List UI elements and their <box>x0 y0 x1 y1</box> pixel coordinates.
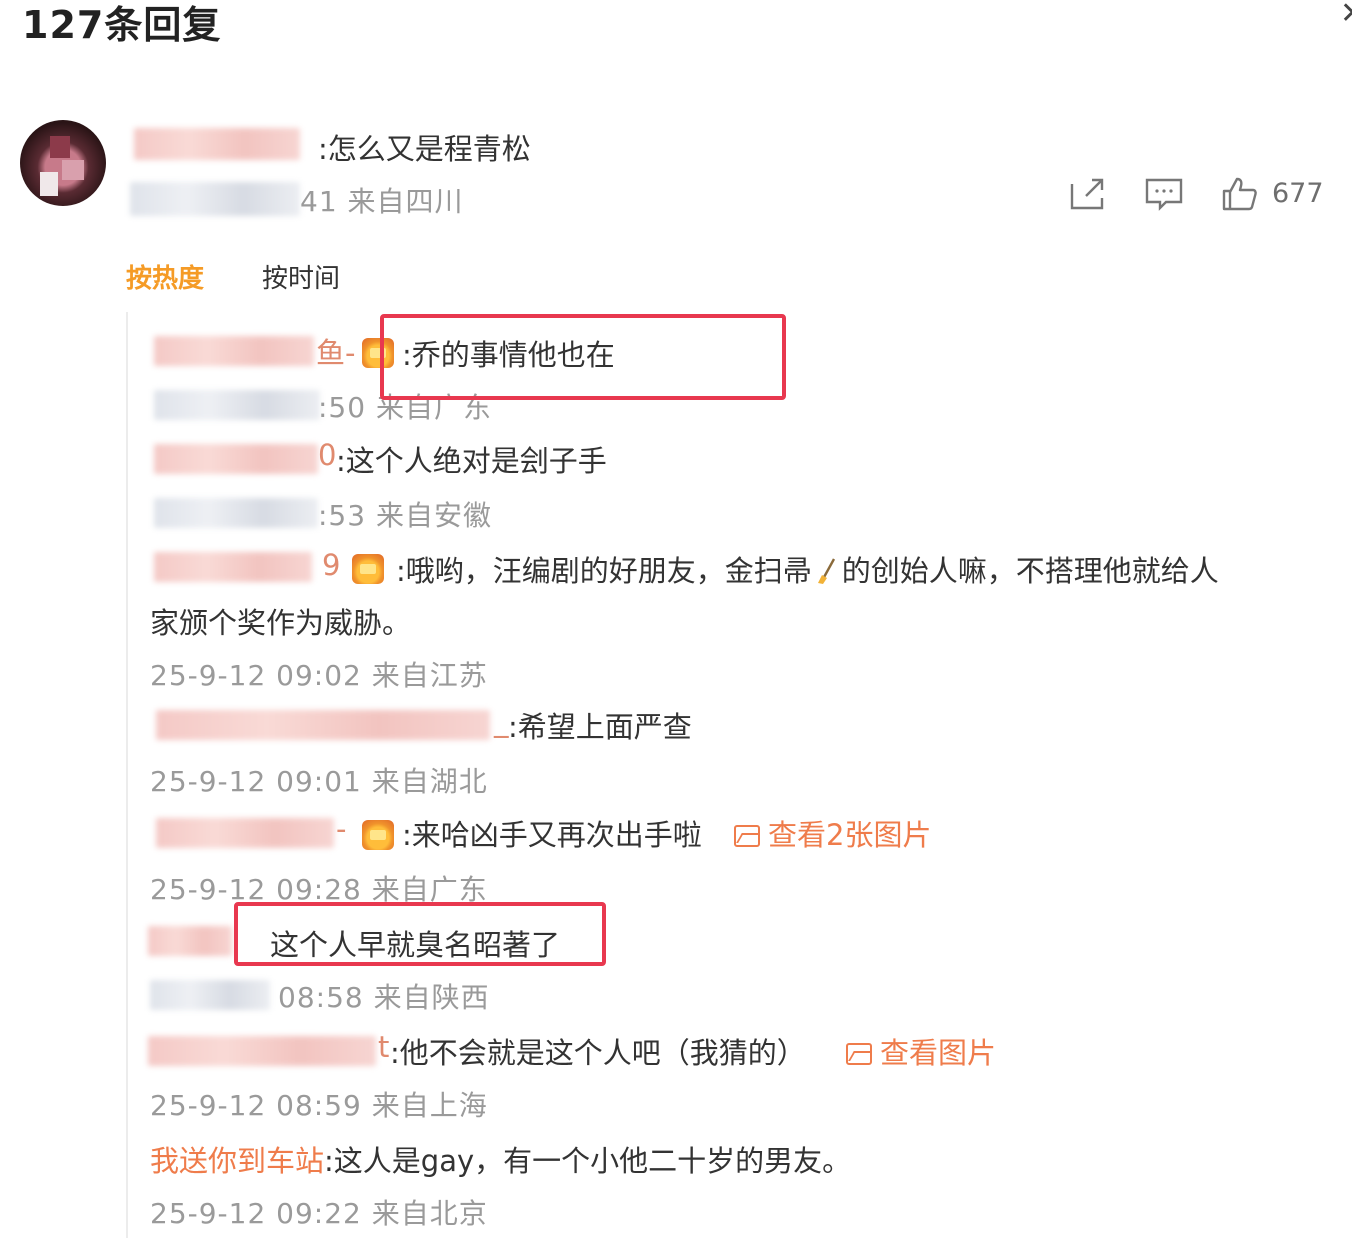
reply-meta: 25-9-12 09:22 来自北京 <box>150 1197 488 1230</box>
username-blurred[interactable] <box>156 818 334 848</box>
username-blurred[interactable] <box>134 128 300 160</box>
view-images-link[interactable]: 查看2张图片 <box>734 812 931 854</box>
reply-meta: 25-9-12 09:01 来自湖北 <box>150 765 488 798</box>
reply-meta: 25-9-12 09:28 来自广东 <box>150 873 488 906</box>
reply-count-title: 127条回复 <box>22 3 222 47</box>
username-tail: - <box>336 812 347 846</box>
reply-meta: 25-9-12 09:02 来自江苏 <box>150 659 488 692</box>
timestamp-blurred <box>150 980 270 1010</box>
username-blurred[interactable] <box>154 552 312 582</box>
reply-meta: :50 来自广东 <box>318 391 492 424</box>
reply-text-part: :这人是gay，有一个小他二十岁的男友。 <box>324 1144 852 1178</box>
timestamp-blurred <box>154 498 318 528</box>
view-images-link[interactable]: 查看图片 <box>846 1030 996 1072</box>
reply-text-line2: 家颁个奖作为威胁。 <box>150 606 412 640</box>
reply-panel: 127条回复 ✕ :怎么又是程青松 41 来自四川 677 按热度 按时间 鱼-… <box>0 0 1354 1238</box>
timestamp-blurred <box>154 390 320 420</box>
reply-meta: :53 来自安徽 <box>318 499 492 532</box>
like-icon[interactable] <box>1220 176 1260 212</box>
username-blurred[interactable] <box>154 444 318 474</box>
tab-sort-time[interactable]: 按时间 <box>262 258 340 295</box>
reply-text: 这个人早就臭名昭著了 <box>270 928 561 962</box>
close-icon[interactable]: ✕ <box>1340 0 1352 31</box>
username-blurred[interactable] <box>156 710 490 740</box>
reply-text-part: :哦哟，汪编剧的好朋友，金扫帚 <box>396 554 812 588</box>
username-tail: 0 <box>318 438 337 472</box>
reply-text: :希望上面严查 <box>508 710 692 744</box>
reply-meta: 25-9-12 08:59 来自上海 <box>150 1089 488 1122</box>
timestamp-blurred <box>130 182 300 216</box>
avatar[interactable] <box>20 120 106 206</box>
main-comment-text: :怎么又是程青松 <box>318 132 531 166</box>
username-blurred[interactable] <box>154 336 314 366</box>
reply-meta: 08:58 来自陕西 <box>278 981 490 1014</box>
reply-text: :哦哟，汪编剧的好朋友，金扫帚 的创始人嘛，不搭理他就给人 <box>396 548 1219 590</box>
share-icon[interactable] <box>1068 176 1108 212</box>
reply-text: :来哈凶手又再次出手啦 <box>402 818 702 852</box>
image-icon <box>846 1043 872 1065</box>
thread-divider <box>126 312 128 1238</box>
username-link[interactable]: 我送你到车站 <box>150 1144 324 1178</box>
like-count: 677 <box>1272 178 1324 209</box>
reply-text: 我送你到车站:这人是gay，有一个小他二十岁的男友。 <box>150 1138 851 1180</box>
username-blurred[interactable] <box>148 1036 376 1066</box>
crown-icon <box>362 338 394 368</box>
image-icon <box>734 825 760 847</box>
crown-icon <box>362 820 394 850</box>
username-tail: 鱼- <box>316 336 356 370</box>
reply-text: :这个人绝对是刽子手 <box>336 444 607 478</box>
reply-text: :他不会就是这个人吧（我猜的） <box>390 1036 806 1070</box>
broom-icon <box>816 557 838 585</box>
username-tail: _ <box>494 704 509 738</box>
username-tail: t <box>378 1030 390 1064</box>
reply-text: :乔的事情他也在 <box>402 338 615 372</box>
tab-sort-hot[interactable]: 按热度 <box>126 258 204 295</box>
username-blurred[interactable] <box>148 926 232 956</box>
reply-text-part: 的创始人嘛，不搭理他就给人 <box>841 554 1219 588</box>
comment-actions: 677 <box>1060 170 1340 220</box>
comment-icon[interactable] <box>1144 176 1184 212</box>
crown-icon <box>352 554 384 584</box>
username-tail: 9 <box>322 548 341 582</box>
main-comment-meta: 41 来自四川 <box>300 185 464 218</box>
